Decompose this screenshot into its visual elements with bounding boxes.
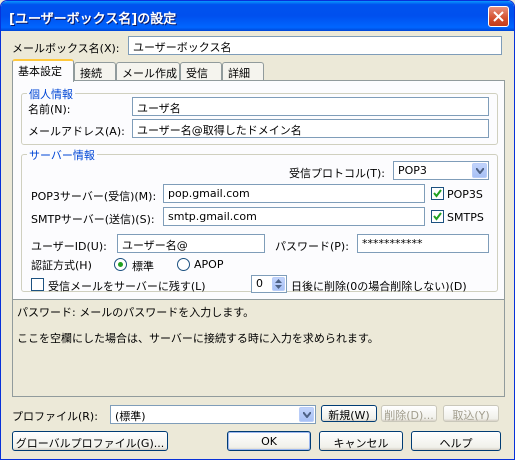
- pop3-server-label: POP3サーバー(受信)(M):: [31, 190, 157, 203]
- smtps-label: SMTPS: [447, 211, 484, 224]
- settings-dialog: [ユーザーボックス名]の設定 メールボックス名(X): ユーザーボックス名 基本…: [0, 0, 515, 460]
- close-button[interactable]: [488, 6, 509, 27]
- import-profile-button[interactable]: 取込(Y): [443, 405, 499, 422]
- auth-standard-radio[interactable]: [114, 258, 127, 271]
- auth-method-label: 認証方式(H): [31, 259, 92, 272]
- radio-selected-dot: [118, 262, 123, 267]
- window-title: [ユーザーボックス名]の設定: [9, 12, 177, 27]
- protocol-select[interactable]: POP3: [393, 161, 489, 180]
- password-input[interactable]: ***********: [357, 234, 489, 253]
- leave-on-server-checkbox[interactable]: [31, 278, 44, 291]
- cancel-button[interactable]: キャンセル: [319, 431, 403, 451]
- name-input[interactable]: ユーザ名: [132, 97, 489, 116]
- personal-info-title: 個人情報: [27, 86, 75, 102]
- auth-apop-label: APOP: [194, 258, 224, 271]
- check-icon: [433, 189, 442, 198]
- check-icon: [433, 212, 442, 221]
- help-button[interactable]: ヘルプ: [411, 431, 501, 451]
- email-input[interactable]: ユーザー名@取得したドメイン名: [132, 119, 489, 138]
- tab-advanced[interactable]: 詳細: [222, 62, 264, 81]
- help-line-1: パスワード: メールのパスワードを入力します。: [17, 306, 255, 319]
- profile-value: (標準): [115, 410, 146, 423]
- smtps-checkbox[interactable]: [431, 210, 444, 223]
- days-value: 0: [256, 277, 263, 290]
- protocol-dropdown-button[interactable]: [472, 163, 487, 178]
- server-info-title: サーバー情報: [27, 147, 97, 163]
- spin-arrows-icon: [275, 279, 282, 289]
- mailbox-name-input[interactable]: ユーザーボックス名: [128, 36, 502, 55]
- chevron-down-icon: [303, 412, 311, 418]
- help-description: パスワード: メールのパスワードを入力します。 ここを空欄にした場合は、サーバー…: [12, 299, 505, 397]
- userid-label: ユーザーID(U):: [31, 240, 107, 253]
- password-label: パスワード(P):: [275, 240, 349, 253]
- delete-profile-button[interactable]: 削除(D)...: [381, 405, 437, 422]
- profile-select[interactable]: (標準): [110, 405, 316, 424]
- name-label: 名前(N):: [28, 103, 71, 116]
- tab-connection[interactable]: 接続: [74, 62, 116, 81]
- delete-after-label: 日後に削除(0の場合削除しない)(D): [291, 280, 467, 293]
- tab-compose[interactable]: メール作成: [116, 62, 180, 81]
- mailbox-name-label: メールボックス名(X):: [12, 42, 120, 55]
- close-icon: [493, 11, 504, 22]
- profile-label: プロファイル(R):: [12, 410, 98, 423]
- protocol-label: 受信プロトコル(T):: [289, 167, 386, 180]
- tab-panel-basic: 個人情報 名前(N): ユーザ名 メールアドレス(A): ユーザー名@取得したド…: [12, 80, 505, 300]
- chevron-down-icon: [476, 168, 484, 174]
- global-profile-button[interactable]: グローバルプロファイル(G)...: [12, 431, 168, 451]
- help-line-2: ここを空欄にした場合は、サーバーに接続する時に入力を求められます。: [17, 332, 379, 345]
- ok-button[interactable]: OK: [227, 431, 311, 451]
- smtp-server-label: SMTPサーバー(送信)(S):: [31, 213, 155, 226]
- days-spin-buttons[interactable]: [272, 277, 285, 291]
- new-profile-button[interactable]: 新規(W): [321, 405, 377, 422]
- smtp-server-input[interactable]: smtp.gmail.com: [163, 207, 425, 226]
- userid-input[interactable]: ユーザー名@: [117, 234, 265, 253]
- protocol-value: POP3: [398, 164, 427, 177]
- profile-dropdown-button[interactable]: [299, 407, 314, 422]
- tab-basic[interactable]: 基本設定: [12, 59, 74, 82]
- leave-on-server-label: 受信メールをサーバーに残す(L): [48, 280, 206, 293]
- auth-standard-label: 標準: [132, 260, 154, 273]
- email-label: メールアドレス(A):: [28, 125, 125, 138]
- days-spinner[interactable]: 0: [251, 275, 287, 293]
- auth-apop-radio[interactable]: [177, 258, 190, 271]
- pop3s-checkbox[interactable]: [431, 187, 444, 200]
- pop3-server-input[interactable]: pop.gmail.com: [163, 184, 425, 203]
- title-bar: [ユーザーボックス名]の設定: [1, 1, 514, 31]
- tab-receive[interactable]: 受信: [180, 62, 222, 81]
- pop3s-label: POP3S: [447, 188, 483, 201]
